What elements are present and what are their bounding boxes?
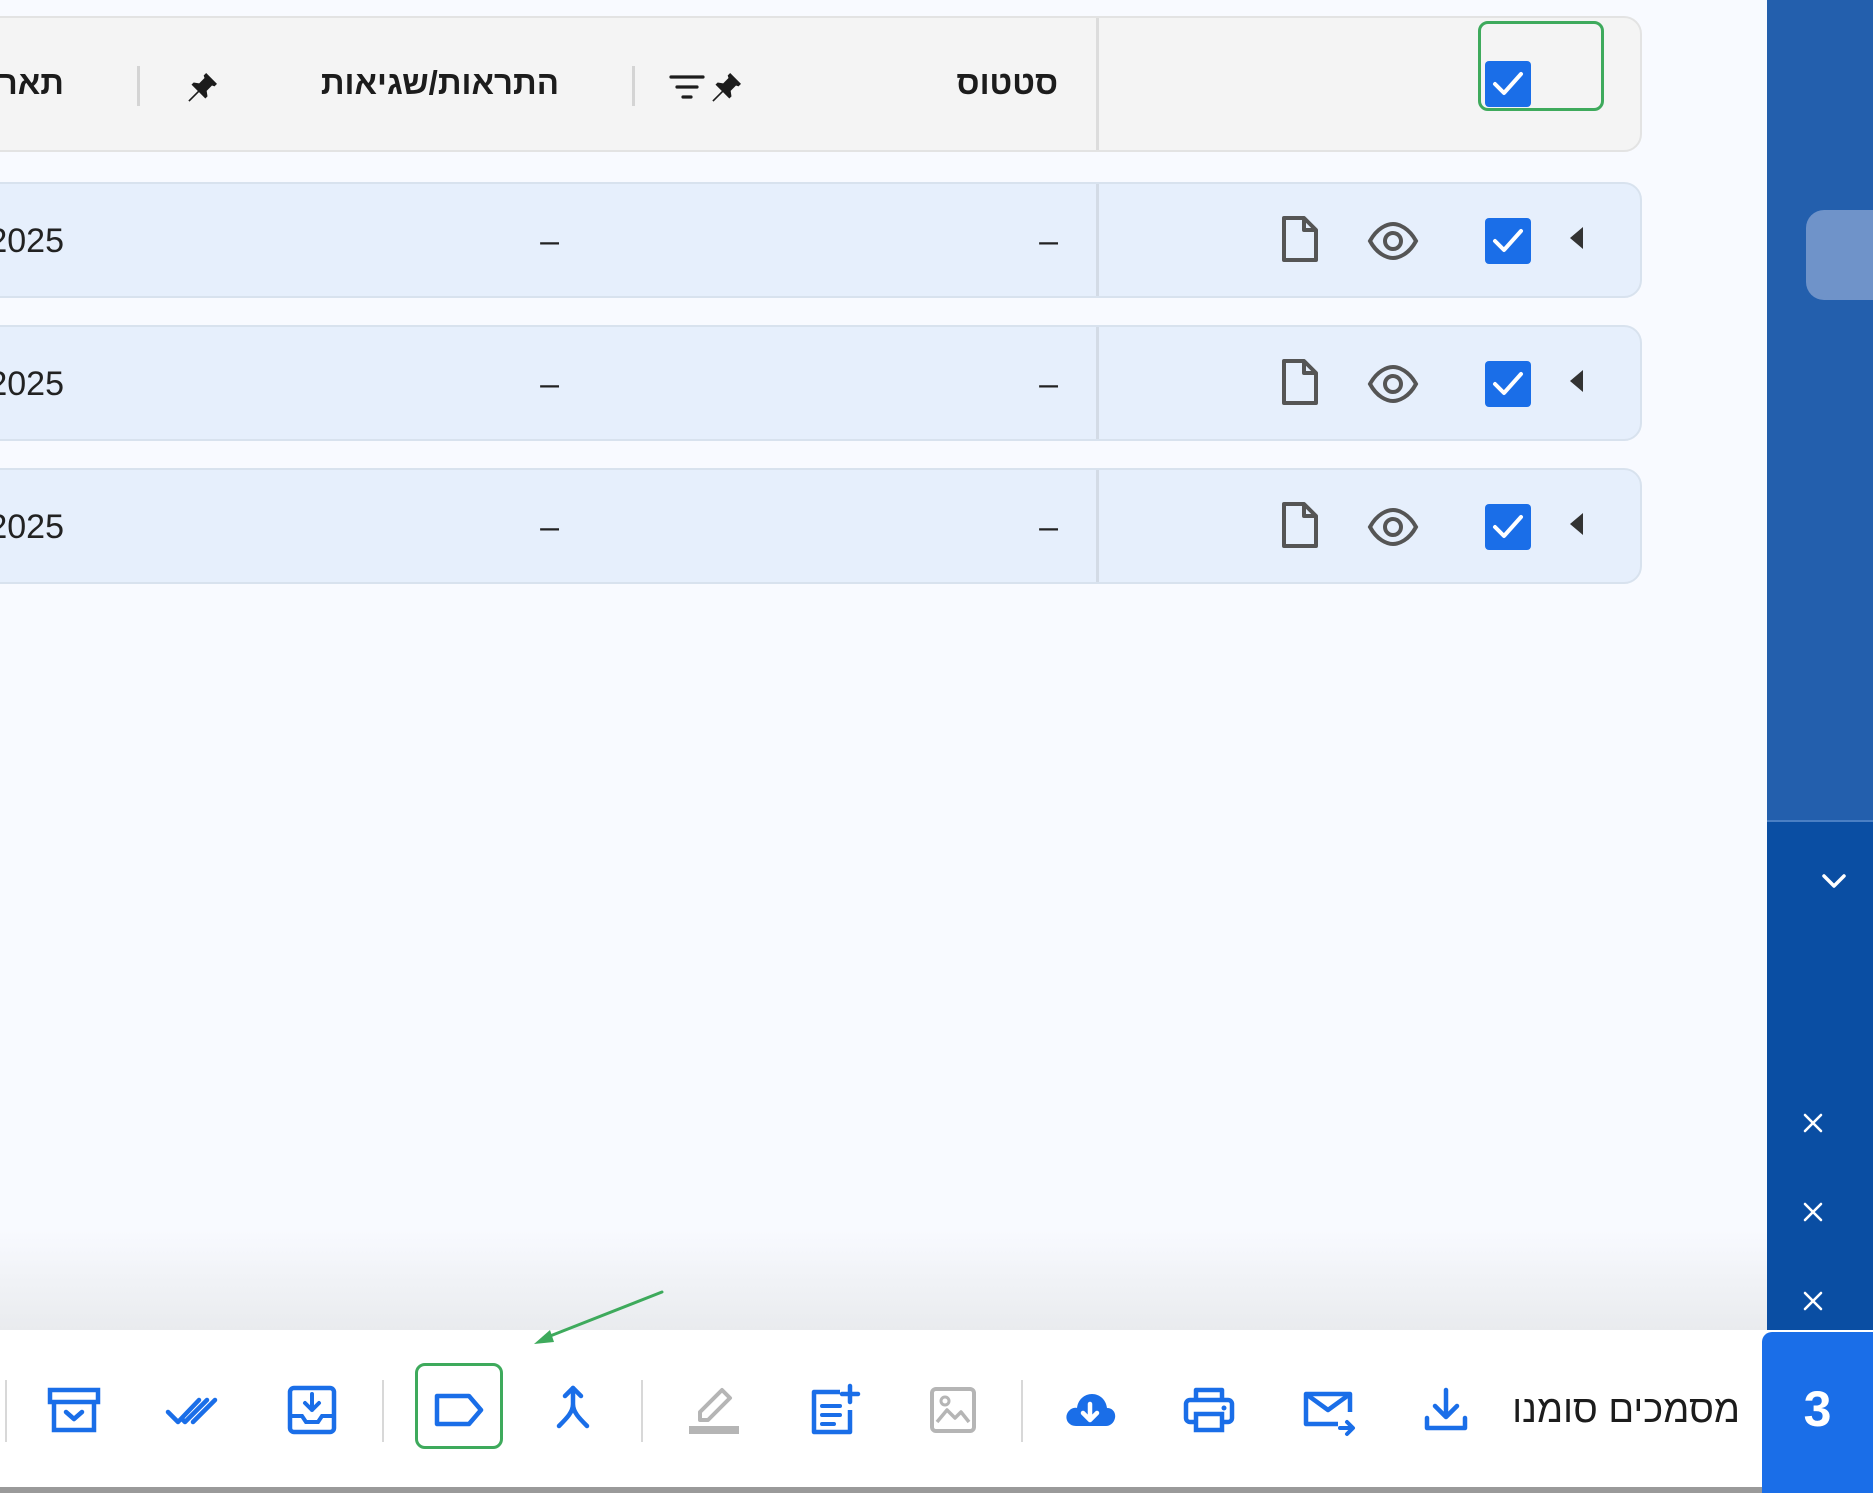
column-divider xyxy=(1096,470,1099,582)
cell-status: – xyxy=(1039,365,1058,403)
cell-date: /2025 xyxy=(0,222,64,260)
column-resize-handle[interactable] xyxy=(632,66,635,106)
toolbar-separator xyxy=(382,1380,384,1442)
selected-label: מסמכים סומנו xyxy=(1512,1389,1740,1431)
edit-icon[interactable] xyxy=(686,1382,742,1438)
column-header-status[interactable]: סטטוס xyxy=(957,64,1058,102)
done-all-icon[interactable] xyxy=(165,1382,221,1438)
checkmark-icon xyxy=(1493,372,1523,395)
toolbar-bottom-border xyxy=(0,1487,1873,1493)
image-icon[interactable] xyxy=(925,1382,981,1438)
close-icon[interactable] xyxy=(1800,1110,1826,1136)
toolbar-separator xyxy=(1021,1380,1023,1442)
tag-icon[interactable] xyxy=(431,1382,487,1438)
close-icon[interactable] xyxy=(1800,1199,1826,1225)
caret-left-icon[interactable] xyxy=(1567,367,1587,395)
cloud-download-icon[interactable] xyxy=(1062,1382,1118,1438)
selected-count-badge: 3 xyxy=(1762,1332,1873,1493)
caret-left-icon[interactable] xyxy=(1567,510,1587,538)
caret-left-icon[interactable] xyxy=(1567,224,1587,252)
checkmark-icon xyxy=(1493,72,1523,95)
column-divider xyxy=(1096,184,1099,296)
row-checkbox[interactable] xyxy=(1485,504,1531,550)
side-panel-active-item[interactable] xyxy=(1806,210,1873,300)
chevron-down-icon[interactable] xyxy=(1819,866,1849,896)
cell-warnings: – xyxy=(540,508,559,546)
toolbar-separator xyxy=(641,1380,643,1442)
row-checkbox[interactable] xyxy=(1485,361,1531,407)
document-icon[interactable] xyxy=(1280,357,1320,407)
column-divider xyxy=(1096,327,1099,439)
toolbar-shadow xyxy=(0,1230,1767,1330)
close-icon[interactable] xyxy=(1800,1288,1826,1314)
pin-icon[interactable] xyxy=(706,68,746,108)
page: סטטוס התראות/שגיאות תאריך /2025 – – /202… xyxy=(0,0,1873,1493)
email-forward-icon[interactable] xyxy=(1300,1382,1356,1438)
filter-icon[interactable] xyxy=(669,71,705,105)
pin-icon[interactable] xyxy=(182,68,222,108)
checkmark-icon xyxy=(1493,515,1523,538)
cell-warnings: – xyxy=(540,365,559,403)
row-checkbox[interactable] xyxy=(1485,218,1531,264)
checkmark-icon xyxy=(1493,229,1523,252)
cell-status: – xyxy=(1039,222,1058,260)
add-note-icon[interactable] xyxy=(806,1382,862,1438)
column-resize-handle[interactable] xyxy=(137,66,140,106)
column-divider xyxy=(1096,18,1099,150)
annotation-arrow xyxy=(534,1290,664,1344)
cell-status: – xyxy=(1039,508,1058,546)
eye-icon[interactable] xyxy=(1367,505,1419,549)
move-to-inbox-icon[interactable] xyxy=(284,1382,340,1438)
toolbar-separator xyxy=(5,1380,7,1442)
eye-icon[interactable] xyxy=(1367,362,1419,406)
table-header-row: סטטוס התראות/שגיאות תאריך xyxy=(0,16,1642,152)
archive-icon[interactable] xyxy=(46,1382,102,1438)
eye-icon[interactable] xyxy=(1367,219,1419,263)
column-header-date[interactable]: תאריך xyxy=(0,64,64,102)
document-icon[interactable] xyxy=(1280,500,1320,550)
cell-date: /2025 xyxy=(0,508,64,546)
cell-date: /2025 xyxy=(0,365,64,403)
select-all-checkbox[interactable] xyxy=(1485,61,1531,107)
download-icon[interactable] xyxy=(1418,1382,1474,1438)
cell-warnings: – xyxy=(540,222,559,260)
document-icon[interactable] xyxy=(1280,214,1320,264)
merge-icon[interactable] xyxy=(545,1382,601,1438)
print-icon[interactable] xyxy=(1181,1382,1237,1438)
selected-count: 3 xyxy=(1803,1381,1832,1437)
column-header-warnings[interactable]: התראות/שגיאות xyxy=(321,64,559,102)
